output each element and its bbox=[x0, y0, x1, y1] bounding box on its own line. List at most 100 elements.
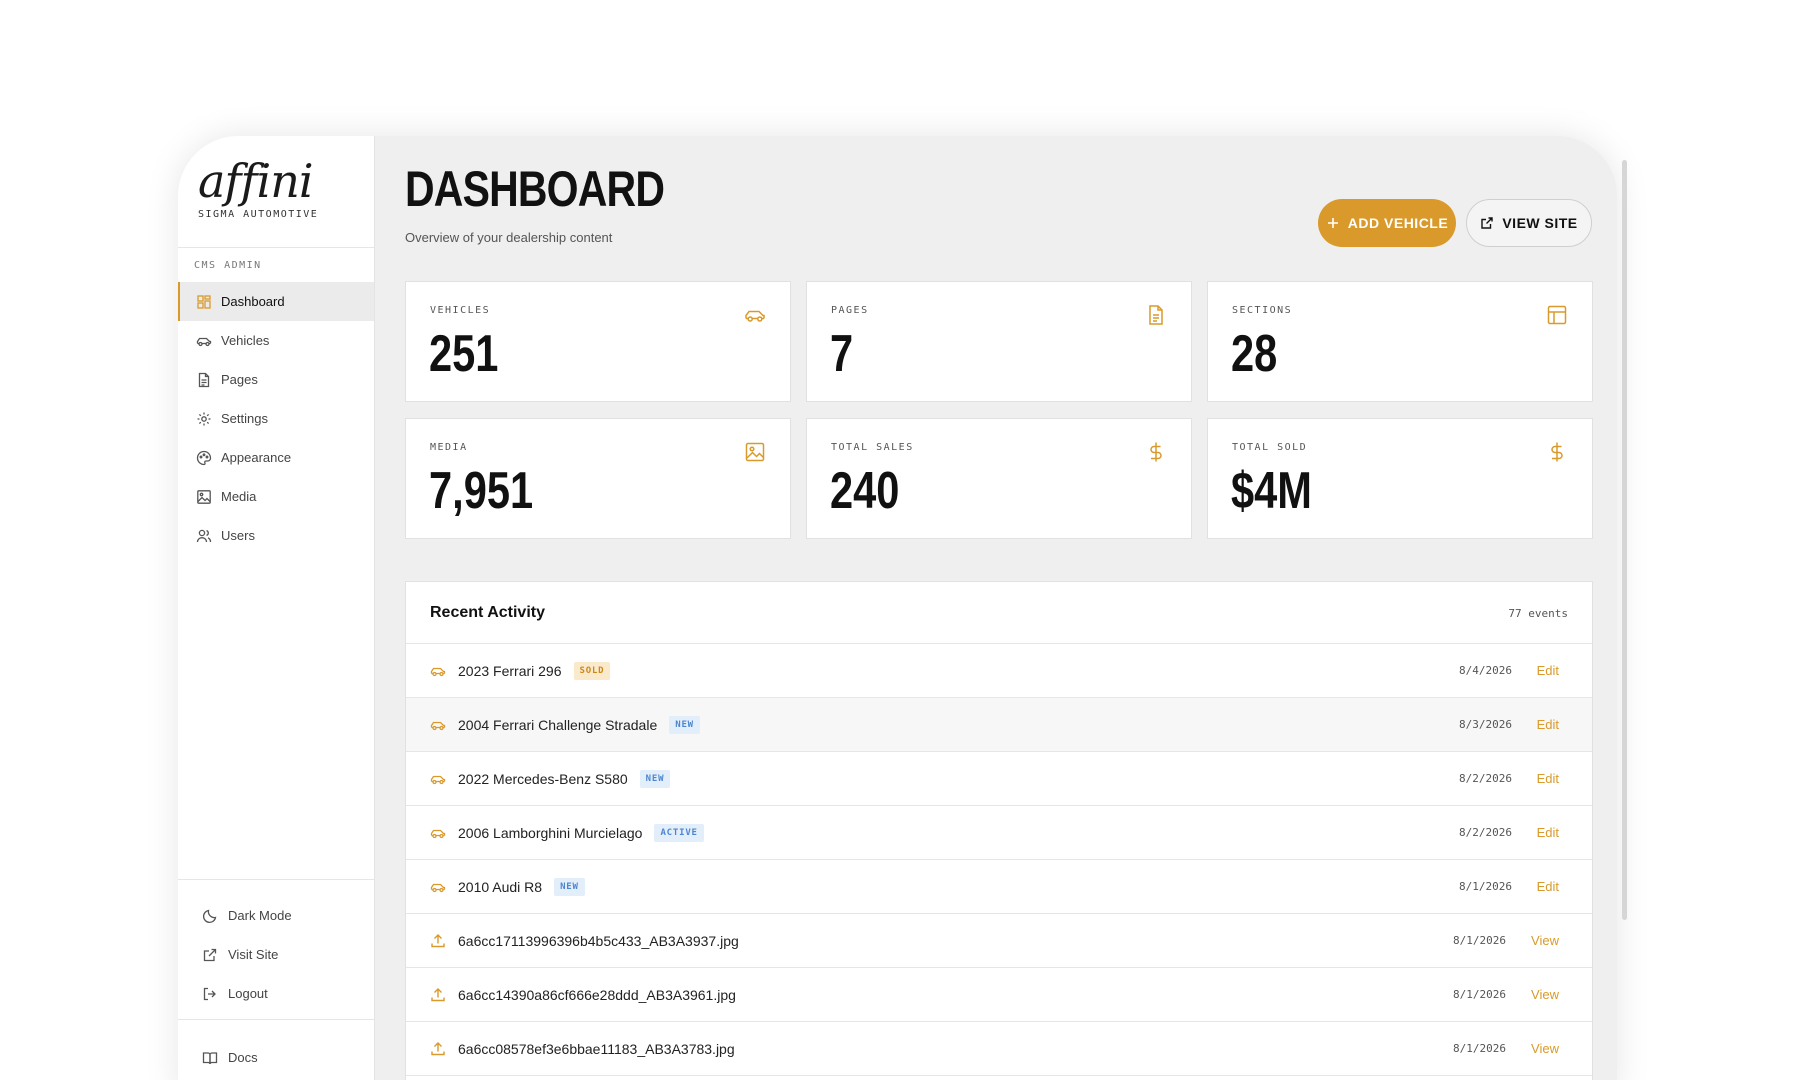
activity-date: 8/2/2026 bbox=[1459, 826, 1512, 839]
brand: affini SIGMA AUTOMOTIVE bbox=[178, 136, 374, 248]
sidebar-item-media[interactable]: Media bbox=[178, 477, 374, 516]
plus-icon bbox=[1327, 218, 1338, 228]
view-site-button[interactable]: VIEW SITE bbox=[1466, 199, 1592, 247]
stat-card-vehicles[interactable]: VEHICLES 251 bbox=[405, 281, 791, 402]
external-link-icon bbox=[203, 948, 217, 961]
sidebar: affini SIGMA AUTOMOTIVE CMS ADMIN Dashbo… bbox=[178, 136, 375, 1080]
activity-name: 2023 Ferrari 296 bbox=[458, 662, 562, 679]
activity-date: 8/1/2026 bbox=[1453, 1042, 1506, 1055]
stat-card-pages[interactable]: PAGES 7 bbox=[806, 281, 1192, 402]
activity-date: 8/3/2026 bbox=[1459, 718, 1512, 731]
app-window: affini SIGMA AUTOMOTIVE CMS ADMIN Dashbo… bbox=[178, 136, 1617, 1080]
activity-date: 8/1/2026 bbox=[1453, 988, 1506, 1001]
car-icon bbox=[430, 775, 446, 784]
recent-activity-title: Recent Activity bbox=[430, 604, 545, 621]
dark-mode-toggle[interactable]: Dark Mode bbox=[178, 896, 374, 935]
stat-value: $4M bbox=[1231, 462, 1312, 520]
docs-link[interactable]: Docs bbox=[178, 1038, 374, 1077]
visit-site-label: Visit Site bbox=[228, 947, 279, 962]
stat-card-sections[interactable]: SECTIONS 28 bbox=[1207, 281, 1593, 402]
stat-card-total-sold[interactable]: TOTAL SOLD $4M bbox=[1207, 418, 1593, 539]
car-icon bbox=[430, 721, 446, 730]
edit-link[interactable]: Edit bbox=[1537, 663, 1559, 678]
activity-row: 6a6cc08578ef3e6bbae11183_AB3A3783.jpg 8/… bbox=[406, 1022, 1592, 1076]
edit-link[interactable]: Edit bbox=[1537, 771, 1559, 786]
edit-link[interactable]: Edit bbox=[1537, 717, 1559, 732]
stat-label: PAGES bbox=[831, 305, 869, 316]
activity-date: 8/4/2026 bbox=[1459, 664, 1512, 677]
activity-row: 2022 Mercedes-Benz S580 NEW 8/2/2026 Edi… bbox=[406, 752, 1592, 806]
add-vehicle-button[interactable]: ADD VEHICLE bbox=[1318, 199, 1456, 247]
recent-activity-header: Recent Activity 77 events bbox=[406, 582, 1592, 644]
sidebar-item-settings[interactable]: Settings bbox=[178, 399, 374, 438]
sidebar-footer: Dark Mode Visit Site Logout bbox=[178, 879, 374, 1013]
sidebar-item-dashboard[interactable]: Dashboard bbox=[178, 282, 374, 321]
docs-label: Docs bbox=[228, 1050, 258, 1065]
upload-icon bbox=[431, 1041, 445, 1055]
car-icon bbox=[430, 883, 446, 892]
visit-site-link[interactable]: Visit Site bbox=[178, 935, 374, 974]
stat-value: 28 bbox=[1231, 325, 1278, 383]
dark-mode-label: Dark Mode bbox=[228, 908, 292, 923]
status-badge: SOLD bbox=[573, 661, 611, 680]
activity-date: 8/2/2026 bbox=[1459, 772, 1512, 785]
sidebar-item-label: Appearance bbox=[221, 450, 292, 465]
edit-link[interactable]: Edit bbox=[1537, 825, 1559, 840]
layout-icon bbox=[1547, 305, 1567, 325]
main-content: DASHBOARD Overview of your dealership co… bbox=[375, 136, 1617, 1080]
car-icon bbox=[430, 667, 446, 676]
page-subtitle: Overview of your dealership content bbox=[405, 230, 613, 245]
activity-name: 6a6cc17113996396b4b5c433_AB3A3937.jpg bbox=[458, 932, 739, 949]
activity-name: 2004 Ferrari Challenge Stradale bbox=[458, 716, 658, 733]
sidebar-item-appearance[interactable]: Appearance bbox=[178, 438, 374, 477]
view-link[interactable]: View bbox=[1531, 933, 1559, 948]
moon-icon bbox=[202, 909, 217, 923]
sidebar-item-vehicles[interactable]: Vehicles bbox=[178, 321, 374, 360]
upload-icon bbox=[431, 987, 445, 1001]
sidebar-item-pages[interactable]: Pages bbox=[178, 360, 374, 399]
sidebar-item-label: Settings bbox=[221, 411, 268, 426]
activity-name: 6a6cc08578ef3e6bbae11183_AB3A3783.jpg bbox=[458, 1040, 735, 1057]
palette-icon bbox=[196, 450, 212, 465]
stat-value: 240 bbox=[830, 462, 900, 520]
activity-row: 2004 Ferrari Challenge Stradale NEW 8/3/… bbox=[406, 698, 1592, 752]
logout-button[interactable]: Logout bbox=[178, 974, 374, 1013]
activity-row: 6a6cc17113996396b4b5c433_AB3A3937.jpg 8/… bbox=[406, 914, 1592, 968]
view-link[interactable]: View bbox=[1531, 1041, 1559, 1056]
activity-name: 2022 Mercedes-Benz S580 bbox=[458, 770, 628, 787]
sidebar-item-label: Pages bbox=[221, 372, 258, 387]
sidebar-item-label: Media bbox=[221, 489, 257, 504]
logout-icon bbox=[203, 987, 216, 1000]
view-link[interactable]: View bbox=[1531, 987, 1559, 1002]
activity-row: 6a6cc14390a86cf666e28ddd_AB3A3961.jpg 8/… bbox=[406, 968, 1592, 1022]
sidebar-item-label: Vehicles bbox=[221, 333, 270, 348]
stat-card-total-sales[interactable]: TOTAL SALES 240 bbox=[806, 418, 1192, 539]
document-icon bbox=[198, 372, 210, 387]
logo[interactable]: affini bbox=[198, 154, 314, 208]
edit-link[interactable]: Edit bbox=[1537, 879, 1559, 894]
car-icon bbox=[430, 829, 446, 838]
gear-icon bbox=[197, 412, 211, 425]
activity-date: 8/1/2026 bbox=[1453, 934, 1506, 947]
stat-label: MEDIA bbox=[430, 442, 468, 453]
car-icon bbox=[196, 337, 212, 346]
status-badge: NEW bbox=[669, 715, 700, 734]
grid-icon bbox=[197, 294, 211, 309]
dollar-icon bbox=[1150, 442, 1162, 462]
view-site-label: VIEW SITE bbox=[1502, 215, 1578, 231]
activity-name: 2006 Lamborghini Murcielago bbox=[458, 824, 643, 841]
image-icon bbox=[197, 489, 211, 504]
car-icon bbox=[745, 310, 765, 322]
status-badge: NEW bbox=[554, 877, 585, 896]
stat-card-media[interactable]: MEDIA 7,951 bbox=[405, 418, 791, 539]
sidebar-nav: Dashboard Vehicles Pages Settings Appear… bbox=[178, 282, 374, 555]
sidebar-item-users[interactable]: Users bbox=[178, 516, 374, 555]
logo-subtitle: SIGMA AUTOMOTIVE bbox=[198, 209, 319, 220]
sidebar-item-label: Users bbox=[221, 528, 255, 543]
stat-label: TOTAL SOLD bbox=[1232, 442, 1308, 453]
sidebar-item-label: Dashboard bbox=[221, 294, 285, 309]
external-link-icon bbox=[1481, 217, 1494, 229]
page-scrollbar[interactable] bbox=[1622, 160, 1627, 920]
activity-row: 2023 Ferrari 296 SOLD 8/4/2026 Edit bbox=[406, 644, 1592, 698]
sidebar-section-label: CMS ADMIN bbox=[194, 260, 262, 271]
